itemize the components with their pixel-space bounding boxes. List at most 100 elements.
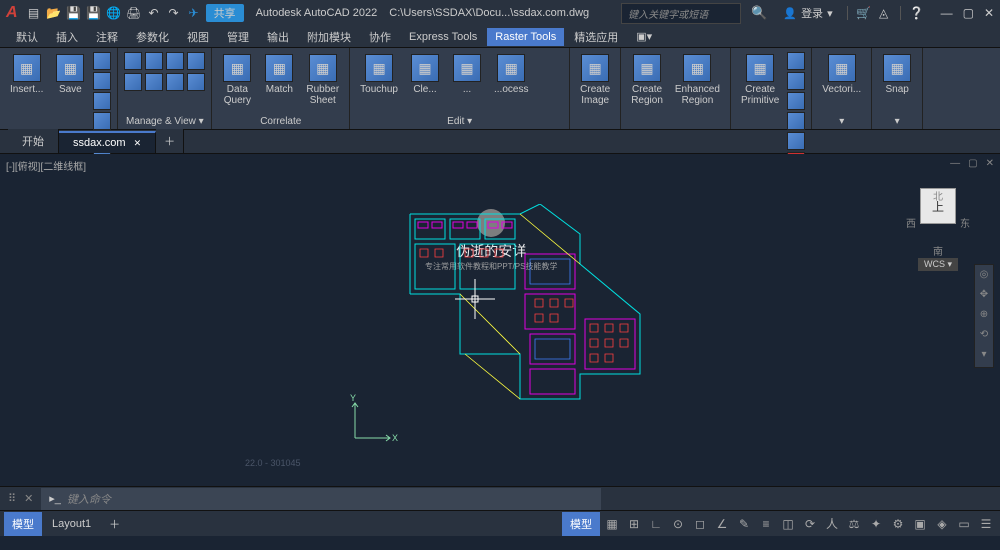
track-icon[interactable]: ∠ bbox=[712, 515, 732, 533]
iso-icon[interactable]: ◈ bbox=[932, 515, 952, 533]
menu-输出[interactable]: 输出 bbox=[259, 26, 297, 48]
redo-icon[interactable]: ↷ bbox=[166, 5, 182, 21]
search-icon[interactable]: 🔍 bbox=[751, 5, 767, 21]
doc-close-icon[interactable]: ✕ bbox=[986, 158, 994, 169]
app-icon[interactable]: ◬ bbox=[876, 5, 892, 21]
cmd-handle-icon[interactable]: ⠿ bbox=[8, 492, 16, 505]
nav-pan-icon[interactable]: ✥ bbox=[977, 289, 991, 303]
menu-参数化[interactable]: 参数化 bbox=[128, 26, 177, 48]
ribbon-small-icon[interactable] bbox=[145, 73, 163, 91]
panel-title[interactable]: ▾ bbox=[872, 114, 922, 129]
ribbon-small-icon[interactable] bbox=[124, 52, 142, 70]
menu-注释[interactable]: 注释 bbox=[88, 26, 126, 48]
doc-tab[interactable]: 开始 bbox=[8, 129, 59, 153]
tab-add[interactable]: ＋ bbox=[156, 129, 184, 153]
ribbon-small-icon[interactable] bbox=[787, 112, 805, 130]
cmd-close-icon[interactable]: ✕ bbox=[24, 492, 33, 505]
ribbon-data-query[interactable]: ▦Data Query bbox=[218, 52, 256, 108]
ribbon-insert-[interactable]: ▦Insert... bbox=[6, 52, 47, 97]
doc-min-icon[interactable]: — bbox=[950, 158, 960, 169]
new-icon[interactable]: ▤ bbox=[26, 5, 42, 21]
panel-title[interactable] bbox=[570, 125, 620, 129]
transp-icon[interactable]: ◫ bbox=[778, 515, 798, 533]
ribbon-small-icon[interactable] bbox=[93, 112, 111, 130]
panel-title[interactable]: ▾ bbox=[812, 114, 871, 129]
ribbon-cle-[interactable]: ▦Cle... bbox=[406, 52, 444, 97]
ribbon-enhanced-region[interactable]: ▦Enhanced Region bbox=[671, 52, 724, 108]
ribbon-small-icon[interactable] bbox=[187, 52, 205, 70]
ws-icon[interactable]: ✦ bbox=[866, 515, 886, 533]
ribbon-create-primitive[interactable]: ▦Create Primitive bbox=[737, 52, 783, 108]
ribbon-small-icon[interactable] bbox=[145, 52, 163, 70]
wcs-button[interactable]: WCS ▾ bbox=[918, 258, 958, 271]
doc-tab[interactable]: ssdax.com✕ bbox=[59, 131, 156, 153]
menu-附加模块[interactable]: 附加模块 bbox=[299, 26, 359, 48]
ribbon-small-icon[interactable] bbox=[93, 92, 111, 110]
ribbon-create-image[interactable]: ▦Create Image bbox=[576, 52, 614, 108]
drawing-viewport[interactable]: [-][俯视][二维线框] 伪逝的安详 专注常用软件教程和PPT/PS技能教学 bbox=[0, 154, 1000, 486]
viewport-label[interactable]: [-][俯视][二维线框] bbox=[6, 158, 86, 173]
menu-默认[interactable]: 默认 bbox=[8, 26, 46, 48]
ribbon-small-icon[interactable] bbox=[166, 73, 184, 91]
ribbon-small-icon[interactable] bbox=[787, 132, 805, 150]
help-icon[interactable]: ❔ bbox=[909, 5, 925, 21]
nav-wheel-icon[interactable]: ◎ bbox=[977, 269, 991, 283]
ribbon-small-icon[interactable] bbox=[166, 52, 184, 70]
open-icon[interactable]: 📂 bbox=[46, 5, 62, 21]
web-icon[interactable]: 🌐 bbox=[106, 5, 122, 21]
menu-插入[interactable]: 插入 bbox=[48, 26, 86, 48]
close-icon[interactable]: ✕ bbox=[984, 6, 994, 20]
command-input[interactable]: ▸_ 键入命令 bbox=[41, 488, 601, 510]
menu-Raster Tools[interactable]: Raster Tools bbox=[487, 28, 564, 46]
minimize-icon[interactable]: — bbox=[941, 6, 953, 20]
grid-icon[interactable]: ▦ bbox=[602, 515, 622, 533]
ribbon-match[interactable]: ▦Match bbox=[260, 52, 298, 97]
panel-title[interactable]: Edit ▾ bbox=[350, 114, 569, 129]
nav-more-icon[interactable]: ▾ bbox=[977, 349, 991, 363]
maximize-icon[interactable]: ▢ bbox=[963, 6, 974, 20]
menu-管理[interactable]: 管理 bbox=[219, 26, 257, 48]
navigation-bar[interactable]: ◎ ✥ ⊕ ⟲ ▾ bbox=[974, 264, 994, 368]
tab-close-icon[interactable]: ✕ bbox=[134, 138, 142, 149]
monitor-icon[interactable]: ▣ bbox=[910, 515, 930, 533]
layout-add[interactable]: ＋ bbox=[101, 512, 128, 536]
scale-icon[interactable]: ⚖ bbox=[844, 515, 864, 533]
ribbon-snap[interactable]: ▦Snap bbox=[878, 52, 916, 97]
nav-zoom-icon[interactable]: ⊕ bbox=[977, 309, 991, 323]
saveas-icon[interactable]: 💾 bbox=[86, 5, 102, 21]
menu-视图[interactable]: 视图 bbox=[179, 26, 217, 48]
doc-max-icon[interactable]: ▢ bbox=[968, 158, 977, 169]
ribbon-small-icon[interactable] bbox=[93, 52, 111, 70]
save-icon[interactable]: 💾 bbox=[66, 5, 82, 21]
ribbon-small-icon[interactable] bbox=[124, 73, 142, 91]
cart-icon[interactable]: 🛒 bbox=[856, 5, 872, 21]
print-icon[interactable]: 🖨 bbox=[126, 5, 142, 21]
ribbon-rubber-sheet[interactable]: ▦Rubber Sheet bbox=[302, 52, 343, 108]
ribbon-small-icon[interactable] bbox=[787, 92, 805, 110]
status-model-button[interactable]: 模型 bbox=[562, 512, 600, 536]
nav-orbit-icon[interactable]: ⟲ bbox=[977, 329, 991, 343]
ribbon-small-icon[interactable] bbox=[187, 73, 205, 91]
ribbon-small-icon[interactable] bbox=[787, 52, 805, 70]
lineweight-icon[interactable]: ≡ bbox=[756, 515, 776, 533]
ribbon--ocess[interactable]: ▦...ocess bbox=[490, 52, 532, 97]
telegram-icon[interactable]: ✈ bbox=[186, 5, 202, 21]
viewcube[interactable]: 北 西 东 上 南 WCS ▾ bbox=[906, 174, 970, 271]
model-tab[interactable]: 模型 bbox=[4, 512, 42, 536]
panel-title[interactable] bbox=[621, 125, 730, 129]
ribbon-vectori-[interactable]: ▦Vectori... bbox=[818, 52, 865, 97]
panel-title[interactable]: Correlate bbox=[212, 114, 349, 129]
clean-icon[interactable]: ▭ bbox=[954, 515, 974, 533]
ribbon-small-icon[interactable] bbox=[787, 72, 805, 90]
ribbon-touchup[interactable]: ▦Touchup bbox=[356, 52, 402, 97]
menu-more[interactable]: ▣▾ bbox=[628, 27, 660, 46]
ribbon-save[interactable]: ▦Save bbox=[51, 52, 89, 97]
menu-精选应用[interactable]: 精选应用 bbox=[566, 26, 626, 48]
snap-icon[interactable]: ⊞ bbox=[624, 515, 644, 533]
share-button[interactable]: 共享 bbox=[206, 4, 244, 22]
menu-协作[interactable]: 协作 bbox=[361, 26, 399, 48]
ann-icon[interactable]: 人 bbox=[822, 515, 842, 533]
undo-icon[interactable]: ↶ bbox=[146, 5, 162, 21]
login-button[interactable]: 👤 登录 ▾ bbox=[783, 5, 832, 21]
menu-Express Tools[interactable]: Express Tools bbox=[401, 28, 485, 46]
